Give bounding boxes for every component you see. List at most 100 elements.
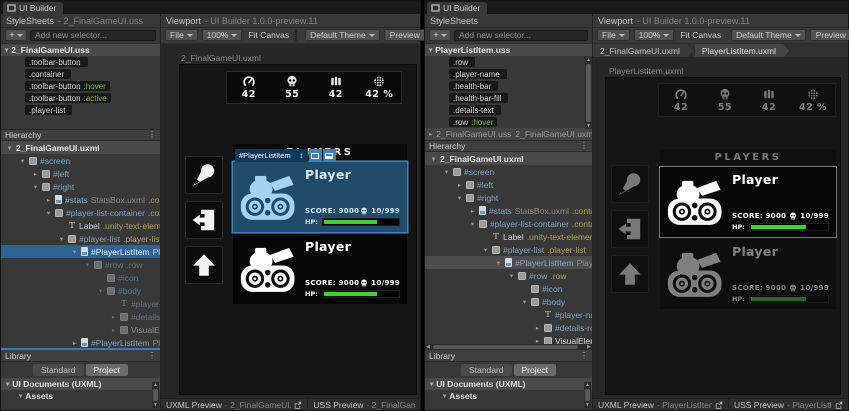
library-scrollbar[interactable]: ▲ ▼ <box>584 382 591 408</box>
hierarchy-row[interactable]: ▸ #PlayerListItemPlayerListItem.u <box>1 336 160 348</box>
expand-arrow[interactable]: ▾ <box>495 259 502 267</box>
uss-selector-row[interactable]: .container <box>1 68 160 80</box>
scroll-down-icon[interactable]: ▼ <box>585 402 590 408</box>
ui-builder-tab[interactable]: UI Builder <box>427 2 488 14</box>
expand-arrow[interactable]: ▾ <box>456 194 463 202</box>
uss-selector-row[interactable]: .player-name <box>425 68 592 80</box>
ui-builder-tab[interactable]: UI Builder <box>3 2 64 14</box>
stylesheets-scrollbar[interactable]: ▲ ▼ <box>585 57 592 129</box>
comet-button[interactable] <box>185 156 223 194</box>
hierarchy-row[interactable]: ▾ #screen <box>1 154 160 167</box>
expand-arrow[interactable]: ▾ <box>84 261 91 269</box>
library-section-documents[interactable]: ▾ UI Documents (UXML) <box>1 378 160 390</box>
expand-arrow[interactable]: ▸ <box>429 130 432 138</box>
hierarchy-row[interactable]: #icon <box>1 271 160 284</box>
uss-selector-row[interactable]: .health-bar-fill <box>425 92 592 104</box>
hierarchy-row[interactable]: T#player-name.unity-text-e <box>1 297 160 310</box>
open-instance-button[interactable] <box>308 149 322 162</box>
expand-arrow[interactable]: ▾ <box>97 287 104 295</box>
tab-standard[interactable]: Standard <box>33 364 84 376</box>
expand-arrow[interactable]: ▾ <box>430 380 433 388</box>
hierarchy-row[interactable]: T Label.unity-text-element .unity-l <box>1 219 160 232</box>
hierarchy-row[interactable]: ▾ #body <box>1 284 160 297</box>
uss-selector-row[interactable]: .health-bar <box>425 80 592 92</box>
canvas[interactable]: 42 55 42 42 % PLAYERS <box>179 64 417 395</box>
scroll-up-icon[interactable]: ▲ <box>586 57 591 63</box>
player-list-item-edited[interactable]: Player SCORE: 9000 10/999 HP: <box>660 167 836 237</box>
up-button[interactable] <box>185 246 223 284</box>
hierarchy-row[interactable]: ▾ #row .row <box>425 269 592 282</box>
kebab-menu-icon[interactable]: ⋮ <box>148 351 156 360</box>
scroll-down-icon[interactable]: ▼ <box>586 123 591 129</box>
add-selector-button[interactable]: + <box>429 29 451 41</box>
expand-arrow[interactable]: ▾ <box>19 392 22 400</box>
reorder-icon[interactable]: ↕ <box>294 149 308 162</box>
tab-standard[interactable]: Standard <box>461 364 512 376</box>
hierarchy-horizontal-scrollbar[interactable]: ◀ ▶ <box>425 344 592 350</box>
hierarchy-row[interactable]: ▸ #statsStatsBox.uxml.container <box>425 204 592 217</box>
hierarchy-row[interactable]: ▾ #row .row <box>1 258 160 271</box>
kebab-menu-icon[interactable]: ⋮ <box>580 351 588 360</box>
hierarchy-row[interactable]: ▸ #left <box>1 167 160 180</box>
expand-arrow[interactable]: ▾ <box>5 46 8 54</box>
fit-canvas-button[interactable]: Fit Canvas <box>246 30 291 40</box>
kebab-menu-icon[interactable]: ⋮ <box>580 142 588 150</box>
scroll-thumb[interactable] <box>433 345 578 349</box>
preview-button[interactable]: Preview <box>809 29 849 41</box>
tab-project[interactable]: Project <box>85 364 128 376</box>
expand-arrow[interactable]: ▾ <box>469 220 476 228</box>
expand-arrow[interactable]: ▸ <box>534 337 541 345</box>
expand-arrow[interactable]: ▸ <box>469 207 476 215</box>
expand-arrow[interactable]: ▸ <box>45 196 52 204</box>
library-section-assets[interactable]: ▾ Assets <box>1 390 160 402</box>
hierarchy-row[interactable]: ▾ #player-list-container.container <box>425 217 592 230</box>
scroll-down-icon[interactable]: ▼ <box>153 402 158 408</box>
hierarchy-row[interactable]: ▸ VisualElement <box>1 323 160 336</box>
uss-selector-row[interactable]: .toolbar-button:active <box>1 92 160 104</box>
expand-arrow[interactable]: ▾ <box>443 392 446 400</box>
expand-arrow[interactable]: ▸ <box>32 170 39 178</box>
scroll-thumb[interactable] <box>586 64 591 122</box>
exit-button[interactable] <box>611 210 649 248</box>
expand-arrow[interactable]: ▾ <box>482 246 489 254</box>
expand-arrow[interactable]: ▾ <box>32 183 39 191</box>
hierarchy-row-selected[interactable]: ▾ #PlayerListItemPlayerListItem.ux <box>1 245 160 258</box>
theme-dropdown[interactable]: Default Theme <box>731 29 806 41</box>
hierarchy-row[interactable]: ▾ #screen <box>425 165 592 178</box>
hierarchy-row[interactable]: ▸ #statsStatsBox.uxml.container <box>1 193 160 206</box>
uxml-preview-toggle[interactable]: UXML Preview - PlayerListItem.uxml <box>593 399 728 410</box>
up-button[interactable] <box>611 255 649 293</box>
add-selector-input[interactable]: Add new selector... <box>30 29 156 41</box>
expand-arrow[interactable]: ▾ <box>430 155 437 163</box>
other-stylesheet-row[interactable]: ▸ 2_FinalGameUI.uss 2_FinalGameUI.uxml <box>425 128 592 140</box>
uss-selector-row[interactable]: .details-text <box>425 104 592 116</box>
uss-file-row[interactable]: ▾ PlayerListItem.uss <box>425 44 592 56</box>
player-list-item[interactable]: Player SCORE: 9000 10/999 HP: <box>233 234 407 304</box>
add-selector-input[interactable]: Add new selector... <box>454 29 588 41</box>
zoom-dropdown[interactable]: 100% <box>633 29 675 41</box>
hierarchy-row[interactable]: ▾ #player-list .player-list <box>425 243 592 256</box>
scroll-right-icon[interactable]: ▶ <box>587 344 591 350</box>
expand-arrow[interactable]: ▾ <box>521 298 528 306</box>
tab-project[interactable]: Project <box>513 364 556 376</box>
scroll-left-icon[interactable]: ◀ <box>426 344 430 350</box>
uxml-preview-toggle[interactable]: UXML Preview - 2_FinalGameUI.uxml <box>161 399 307 410</box>
kebab-menu-icon[interactable]: ⋮ <box>148 131 156 139</box>
expand-arrow[interactable]: ▾ <box>71 248 78 256</box>
expand-arrow[interactable]: ▾ <box>6 144 13 152</box>
uss-selector-row[interactable]: .toolbar-button <box>1 56 160 68</box>
hierarchy-row[interactable]: ▾ #right <box>1 180 160 193</box>
library-section-assets[interactable]: ▾ Assets <box>425 390 592 402</box>
file-menu[interactable]: File <box>165 29 198 41</box>
library-scrollbar[interactable]: ▲ ▼ <box>152 382 159 408</box>
external-link-icon[interactable] <box>835 401 843 409</box>
expand-arrow[interactable]: ▸ <box>110 326 117 334</box>
expand-arrow[interactable]: ▸ <box>71 339 78 347</box>
uss-preview-toggle[interactable]: USS Preview - 2_FinalGameU <box>308 399 420 410</box>
expand-arrow[interactable]: ▾ <box>429 46 432 54</box>
uss-preview-toggle[interactable]: USS Preview - PlayerListItem.u <box>729 399 848 410</box>
add-selector-button[interactable]: + <box>5 29 27 41</box>
breadcrumb-item[interactable]: 2_FinalGameUI.uxml <box>593 44 687 57</box>
uss-selector-row[interactable]: .row <box>425 56 592 68</box>
zoom-dropdown[interactable]: 100% <box>201 29 243 41</box>
